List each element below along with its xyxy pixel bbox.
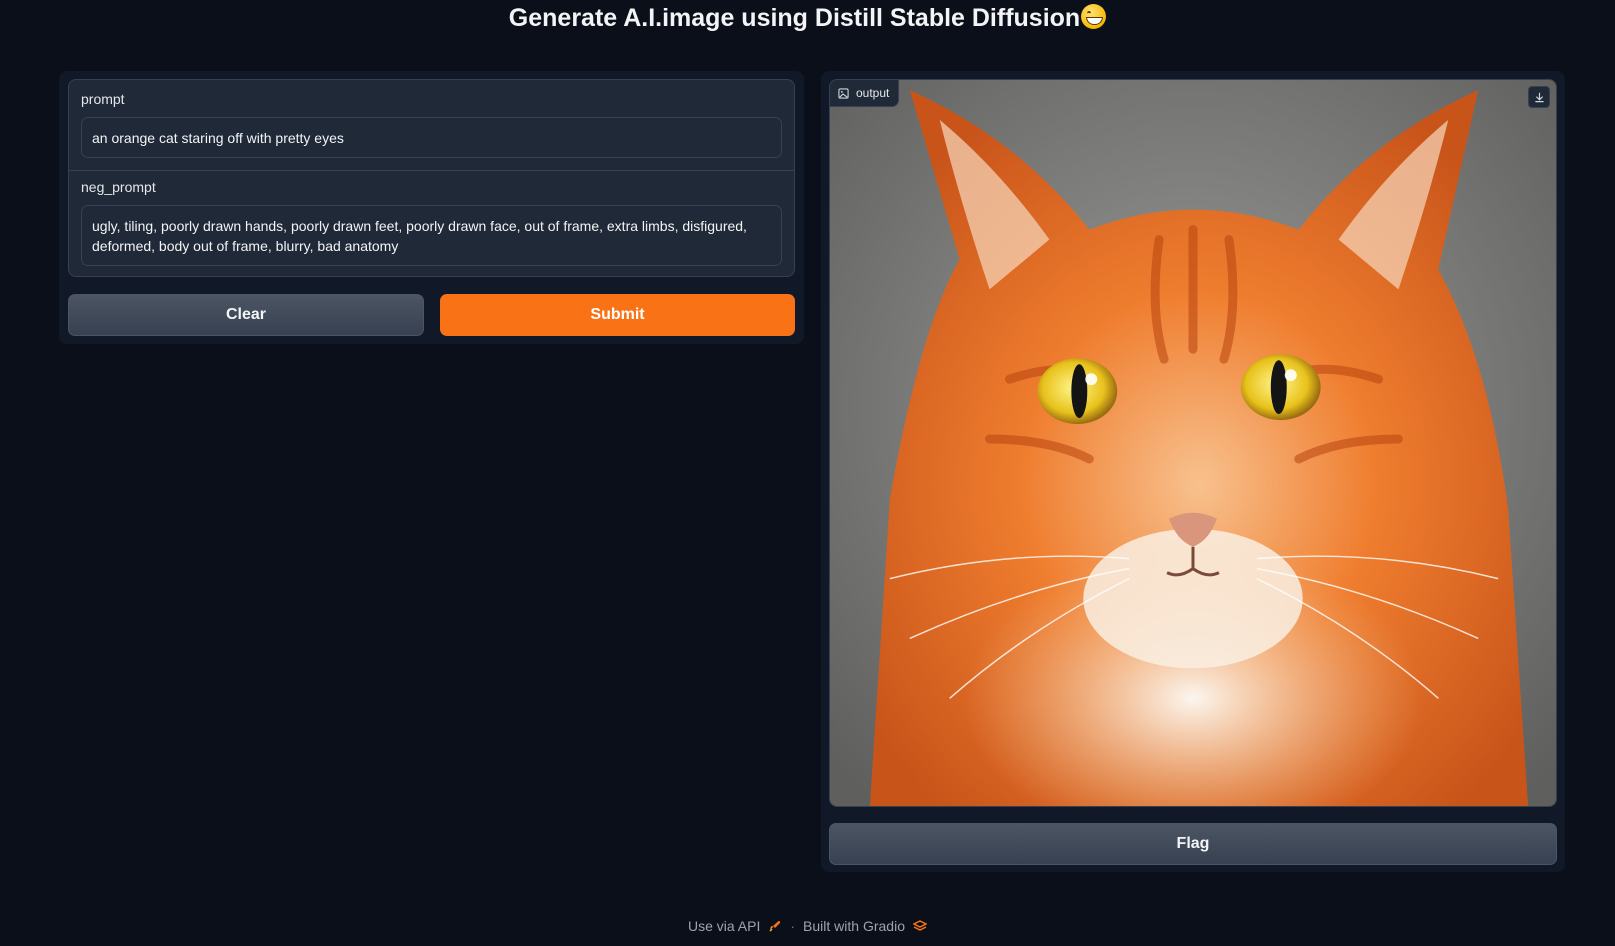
- grin-emoji-icon: [1081, 4, 1107, 29]
- built-with-gradio-link[interactable]: Built with Gradio: [803, 918, 905, 934]
- footer-separator: ·: [790, 918, 796, 934]
- use-via-api-link[interactable]: Use via API: [688, 918, 760, 934]
- gradio-logo-icon: [912, 920, 927, 931]
- input-block: prompt an orange cat staring off with pr…: [68, 79, 795, 277]
- neg-prompt-label: neg_prompt: [81, 179, 156, 195]
- neg-prompt-input[interactable]: ugly, tiling, poorly drawn hands, poorly…: [81, 205, 782, 266]
- image-icon: [838, 87, 849, 99]
- output-image-frame: output: [829, 79, 1557, 807]
- output-label-text: output: [856, 86, 890, 100]
- prompt-input[interactable]: an orange cat staring off with pretty ey…: [81, 117, 782, 158]
- page-title: Generate A.I.image using Distill Stable …: [0, 4, 1615, 33]
- flag-button[interactable]: Flag: [829, 823, 1557, 865]
- prompt-label: prompt: [81, 91, 125, 107]
- rocket-icon: [769, 921, 781, 932]
- output-panel: output Flag: [821, 71, 1565, 872]
- clear-button[interactable]: Clear: [68, 294, 424, 336]
- input-panel: prompt an orange cat staring off with pr…: [59, 71, 804, 344]
- footer: Use via API · Built with Gradio: [0, 916, 1615, 936]
- submit-button[interactable]: Submit: [440, 294, 795, 336]
- page-title-text: Generate A.I.image using Distill Stable …: [508, 4, 1081, 32]
- output-image: [830, 80, 1556, 806]
- divider: [69, 170, 794, 171]
- download-icon: [1534, 92, 1544, 102]
- output-label: output: [830, 80, 900, 107]
- download-button[interactable]: [1528, 86, 1550, 108]
